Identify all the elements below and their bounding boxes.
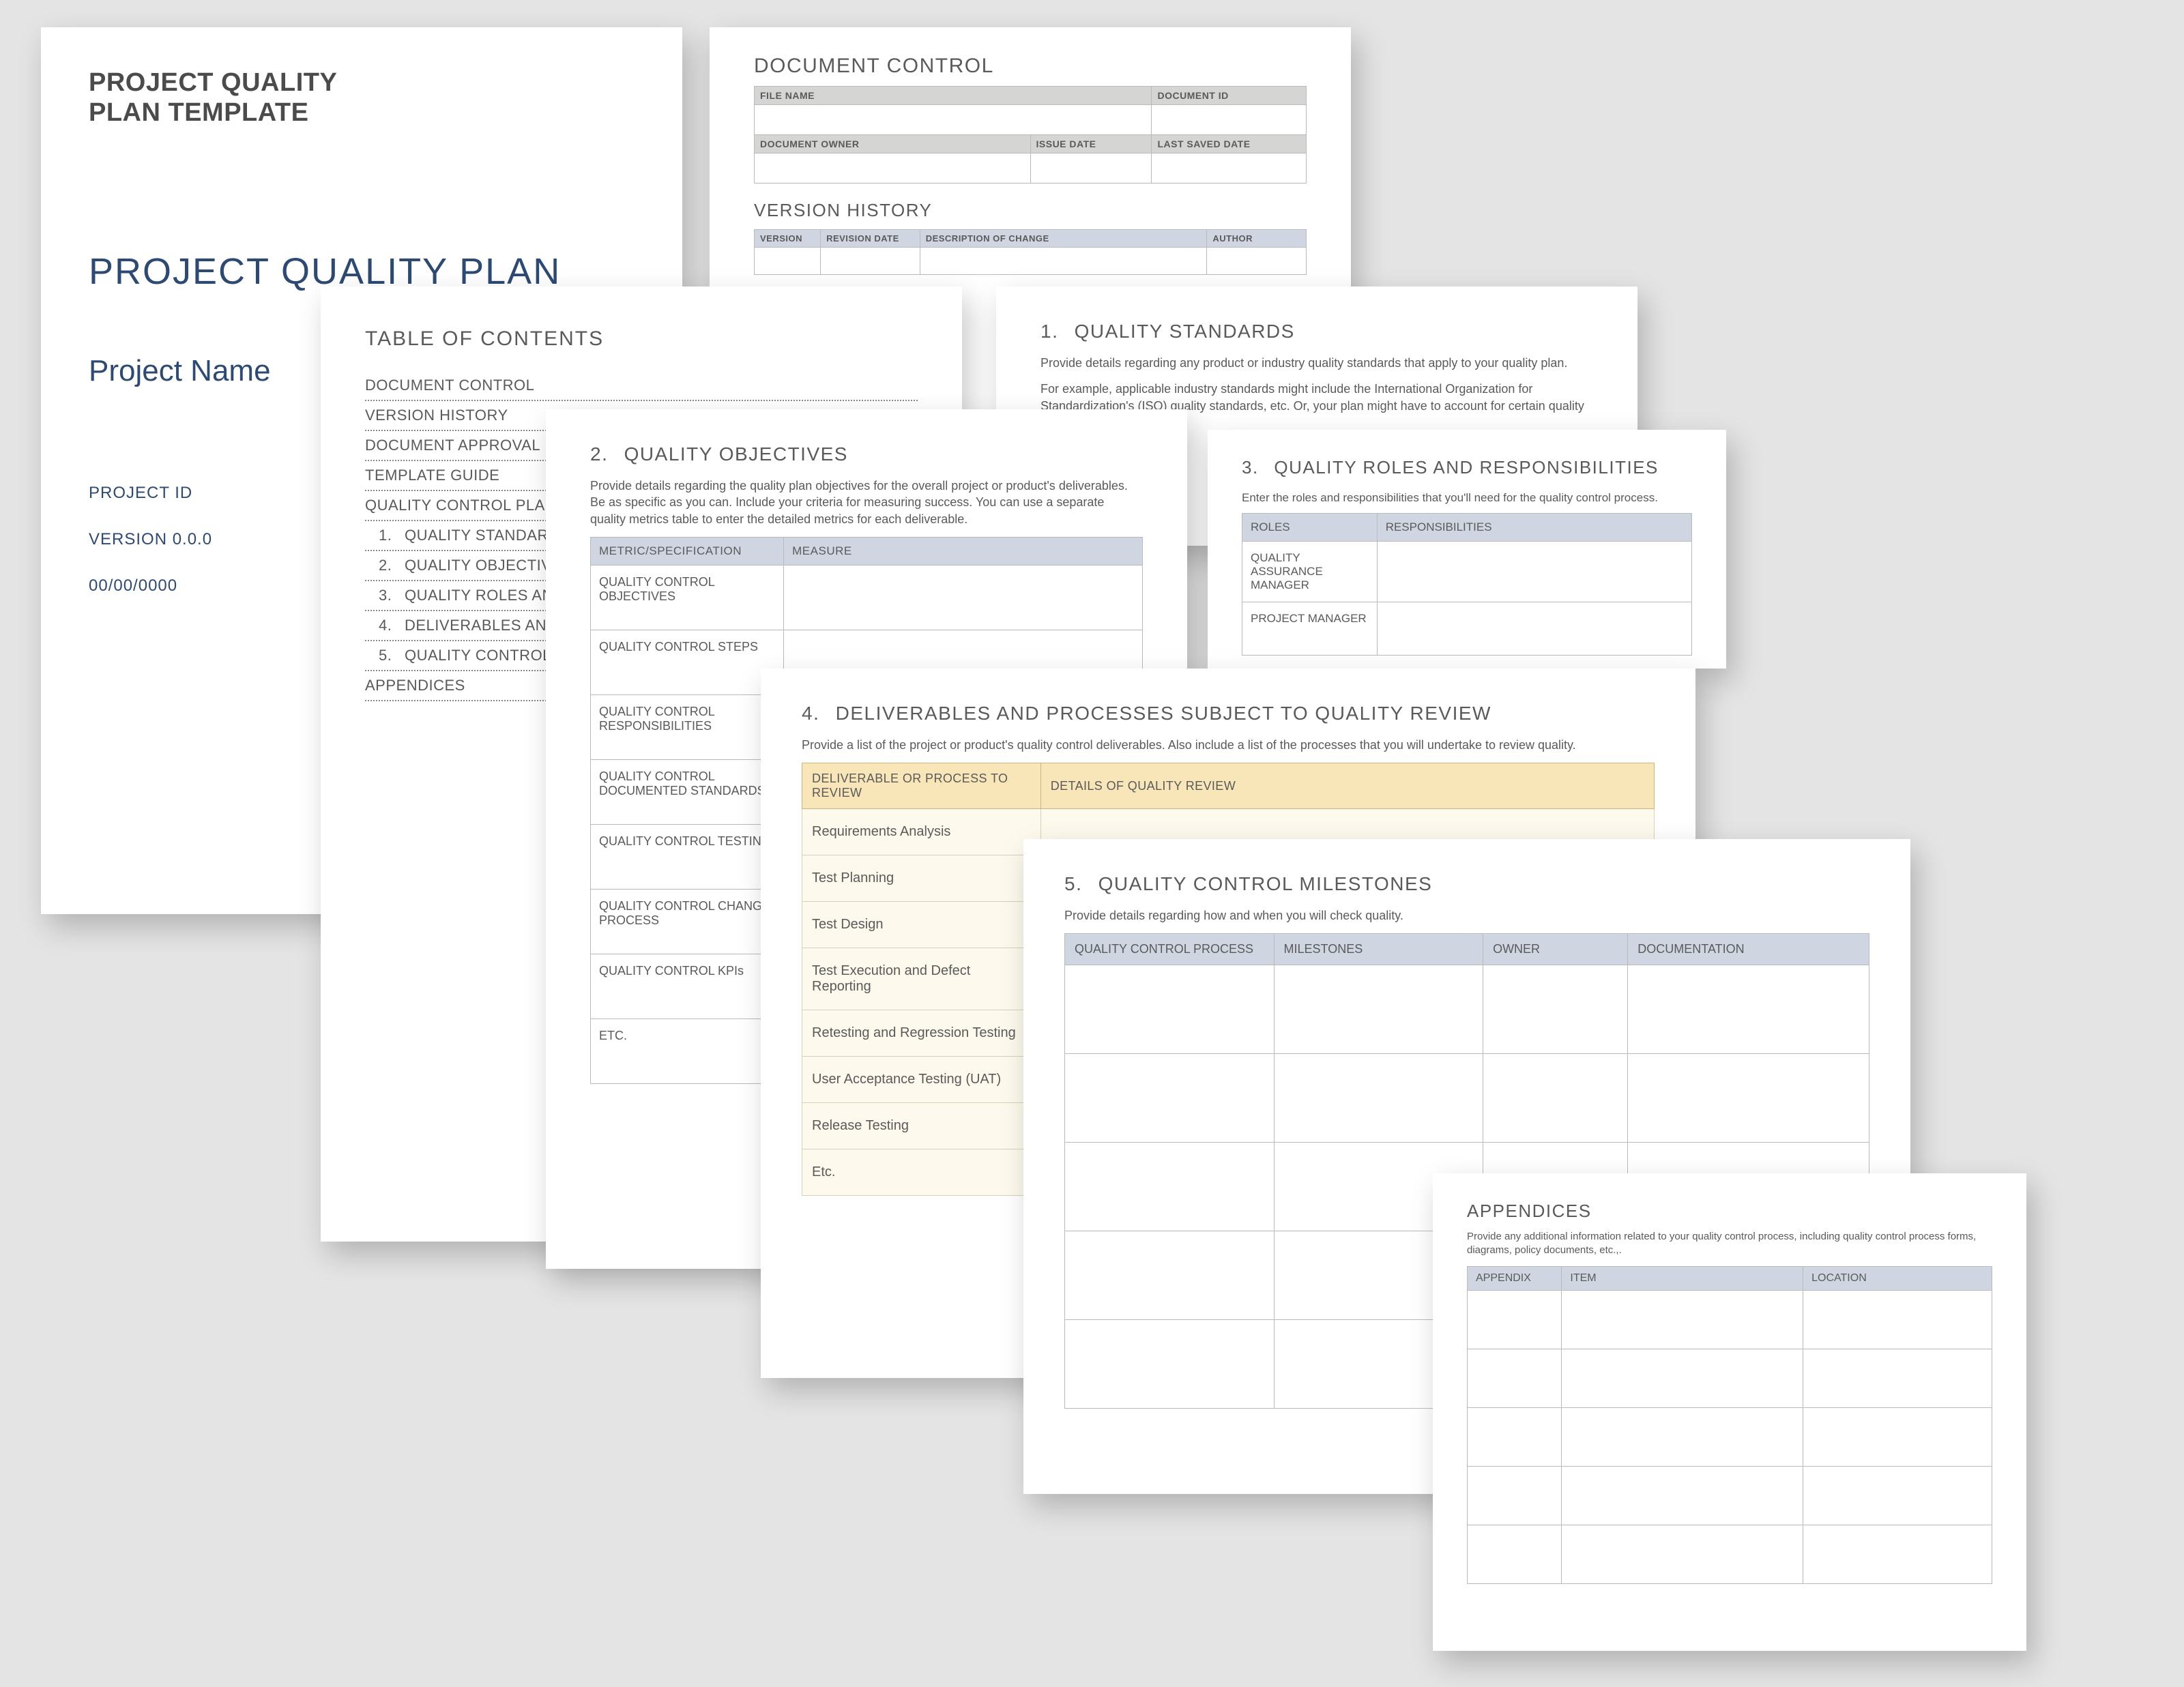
table-row: PROJECT MANAGER (1242, 602, 1692, 655)
standards-title-number: 1. (1040, 321, 1058, 342)
th-author: AUTHOR (1207, 230, 1307, 248)
th-doc-id: DOCUMENT ID (1152, 87, 1307, 105)
milestones-title-text: QUALITY CONTROL MILESTONES (1098, 873, 1433, 894)
th-responsibilities: RESPONSIBILITIES (1377, 513, 1691, 541)
template-title-line2: PLAN TEMPLATE (89, 98, 635, 128)
milestones-title-number: 5. (1064, 873, 1082, 895)
roles-title-number: 3. (1242, 457, 1259, 478)
th-milestones: MILESTONES (1274, 934, 1483, 965)
standards-title: 1. QUALITY STANDARDS (1040, 321, 1593, 342)
appendices-description: Provide any additional information relat… (1467, 1230, 1992, 1258)
roles-title: 3. QUALITY ROLES AND RESPONSIBILITIES (1242, 457, 1692, 478)
table-row (1065, 1054, 1869, 1143)
appendices-table: APPENDIX ITEM LOCATION (1467, 1266, 1992, 1584)
table-row (1468, 1466, 1992, 1525)
objectives-title-text: QUALITY OBJECTIVES (624, 443, 848, 465)
toc-item: DOCUMENT CONTROL (365, 371, 918, 401)
table-row (1065, 965, 1869, 1054)
doc-control-table-2: DOCUMENT OWNER ISSUE DATE LAST SAVED DAT… (754, 134, 1307, 184)
doc-control-title: DOCUMENT CONTROL (754, 55, 1307, 78)
th-roles: ROLES (1242, 513, 1378, 541)
version-history-title: VERSION HISTORY (754, 200, 1307, 221)
page-appendices: APPENDICES Provide any additional inform… (1433, 1173, 2026, 1651)
table-row: QUALITY ASSURANCE MANAGER (1242, 541, 1692, 602)
objectives-title: 2. QUALITY OBJECTIVES (590, 443, 1143, 465)
doc-control-table-1: FILE NAME DOCUMENT ID (754, 86, 1307, 135)
th-file-name: FILE NAME (755, 87, 1152, 105)
objectives-title-number: 2. (590, 443, 608, 465)
table-row (1468, 1525, 1992, 1583)
canvas: PROJECT QUALITY PLAN TEMPLATE PROJECT QU… (0, 0, 2184, 1687)
th-location: LOCATION (1803, 1266, 1992, 1290)
th-deliverable: DELIVERABLE OR PROCESS TO REVIEW (802, 763, 1041, 809)
milestones-description: Provide details regarding how and when y… (1064, 907, 1869, 924)
table-row: QUALITY CONTROL OBJECTIVES (591, 565, 1143, 630)
th-measure: MEASURE (784, 537, 1143, 565)
roles-description: Enter the roles and responsibilities tha… (1242, 490, 1692, 506)
milestones-title: 5. QUALITY CONTROL MILESTONES (1064, 873, 1869, 895)
th-change-desc: DESCRIPTION OF CHANGE (920, 230, 1207, 248)
standards-title-text: QUALITY STANDARDS (1075, 321, 1295, 342)
table-row (1468, 1290, 1992, 1349)
th-item: ITEM (1562, 1266, 1803, 1290)
deliverables-title: 4. DELIVERABLES AND PROCESSES SUBJECT TO… (802, 703, 1655, 724)
template-title-line1: PROJECT QUALITY (89, 68, 635, 98)
version-history-table: VERSION REVISION DATE DESCRIPTION OF CHA… (754, 229, 1307, 275)
th-details: DETAILS OF QUALITY REVIEW (1040, 763, 1654, 809)
table-row (1468, 1407, 1992, 1466)
standards-p1: Provide details regarding any product or… (1040, 355, 1593, 371)
th-metric-spec: METRIC/SPECIFICATION (591, 537, 784, 565)
th-owner: DOCUMENT OWNER (755, 135, 1031, 153)
th-saved: LAST SAVED DATE (1152, 135, 1307, 153)
template-title: PROJECT QUALITY PLAN TEMPLATE (89, 68, 635, 128)
th-issue: ISSUE DATE (1030, 135, 1152, 153)
deliverables-title-number: 4. (802, 703, 819, 724)
toc-title: TABLE OF CONTENTS (365, 327, 918, 351)
th-owner: OWNER (1483, 934, 1628, 965)
deliverables-title-text: DELIVERABLES AND PROCESSES SUBJECT TO QU… (836, 703, 1491, 724)
th-rev-date: REVISION DATE (821, 230, 920, 248)
objectives-description: Provide details regarding the quality pl… (590, 478, 1143, 527)
th-appendix: APPENDIX (1468, 1266, 1562, 1290)
th-documentation: DOCUMENTATION (1628, 934, 1869, 965)
roles-title-text: QUALITY ROLES AND RESPONSIBILITIES (1274, 457, 1658, 478)
th-qc-process: QUALITY CONTROL PROCESS (1065, 934, 1275, 965)
roles-table: ROLES RESPONSIBILITIES QUALITY ASSURANCE… (1242, 513, 1692, 656)
page-quality-roles: 3. QUALITY ROLES AND RESPONSIBILITIES En… (1208, 430, 1726, 669)
appendices-title: APPENDICES (1467, 1201, 1992, 1222)
deliverables-description: Provide a list of the project or product… (802, 737, 1655, 753)
th-version: VERSION (755, 230, 821, 248)
table-row (1468, 1349, 1992, 1407)
